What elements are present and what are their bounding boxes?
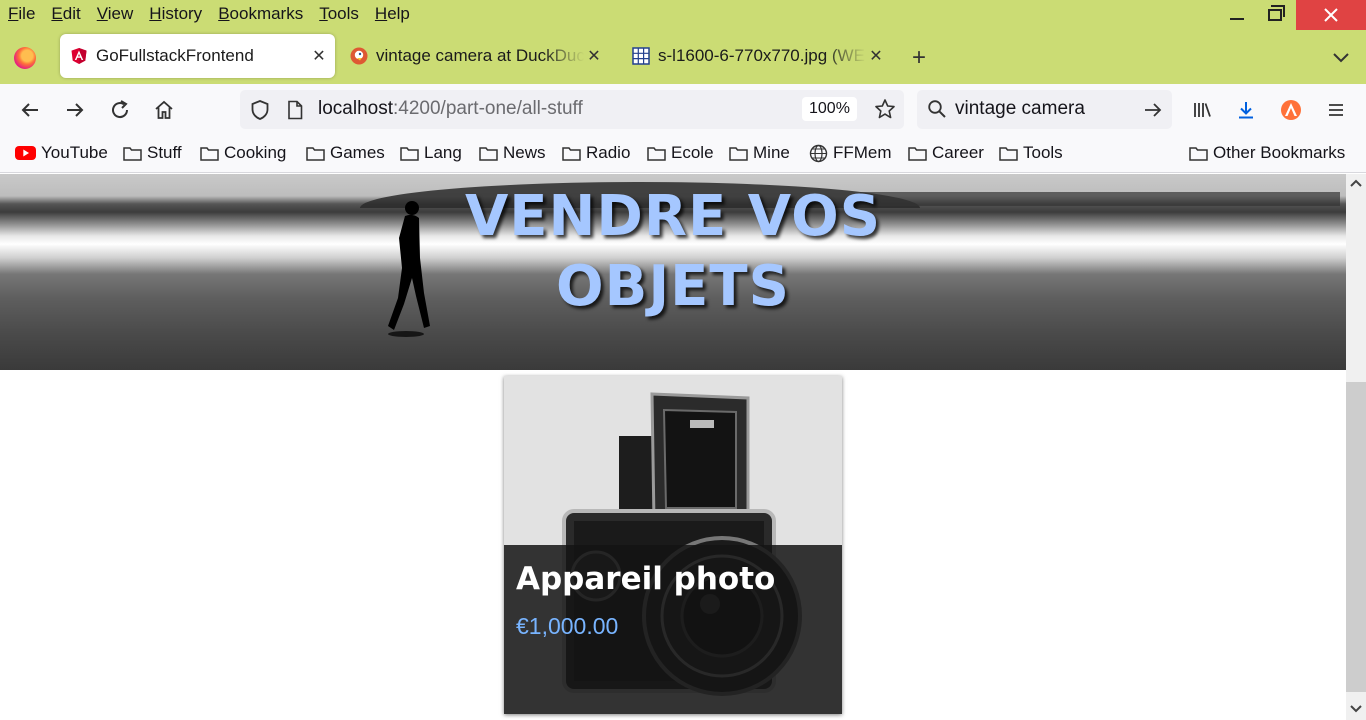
reload-button[interactable] — [106, 96, 134, 124]
navigation-toolbar: localhost:4200/part-one/all-stuff 100% v… — [0, 84, 1366, 136]
reload-icon — [112, 100, 129, 119]
bookmark-youtube[interactable]: YouTube — [15, 143, 108, 163]
account-button[interactable] — [1277, 96, 1305, 124]
back-button[interactable] — [16, 96, 44, 124]
globe-icon — [809, 144, 828, 162]
home-button[interactable] — [150, 96, 178, 124]
scrollbar-thumb[interactable] — [1346, 382, 1366, 692]
tab-close-icon[interactable]: ✕ — [309, 46, 329, 66]
new-tab-button[interactable]: + — [912, 44, 926, 72]
bookmark-folder-radio[interactable]: Radio — [562, 143, 630, 163]
zoom-level-button[interactable]: 100% — [802, 97, 857, 121]
folder-icon — [400, 147, 419, 161]
bookmark-folder-mine[interactable]: Mine — [729, 143, 790, 163]
folder-icon — [908, 147, 927, 161]
close-icon — [1324, 8, 1338, 22]
menu-history[interactable]: History — [149, 4, 202, 24]
minimize-icon — [1230, 18, 1244, 20]
duckduckgo-icon — [350, 47, 368, 65]
folder-icon — [306, 147, 325, 161]
menu-bookmarks[interactable]: Bookmarks — [218, 4, 303, 24]
tab-image[interactable]: s-l1600-6-770x770.jpg (WEBP Image, 770 ×… — [622, 34, 892, 78]
menu-tools[interactable]: Tools — [319, 4, 359, 24]
tab-title: GoFullstackFrontend — [96, 46, 254, 65]
hamburger-menu-icon — [1329, 104, 1343, 116]
tracking-shield-icon[interactable] — [250, 99, 270, 121]
restore-icon — [1268, 5, 1285, 21]
tab-title: vintage camera at DuckDuckGo — [376, 46, 584, 65]
menu-bar: File Edit View History Bookmarks Tools H… — [0, 0, 1366, 30]
folder-icon — [200, 147, 219, 161]
product-caption: Appareil photo €1,000.00 — [504, 545, 842, 714]
youtube-icon — [15, 146, 36, 160]
home-icon — [155, 100, 173, 119]
bookmark-folder-tools[interactable]: Tools — [999, 143, 1063, 163]
url-text[interactable]: localhost:4200/part-one/all-stuff — [318, 98, 583, 120]
bookmark-folder-ecole[interactable]: Ecole — [647, 143, 714, 163]
account-avatar-icon — [1281, 100, 1301, 120]
forward-button[interactable] — [61, 96, 89, 124]
tab-title: s-l1600-6-770x770.jpg (WEBP Image, 770 ×… — [658, 46, 866, 65]
library-button[interactable] — [1188, 96, 1216, 124]
downloads-button[interactable] — [1232, 96, 1260, 124]
product-title: Appareil photo — [516, 561, 776, 597]
bookmark-ffmem[interactable]: FFMem — [809, 143, 892, 163]
page-content: VENDRE VOS OBJETS Appareil photo €1,000.… — [0, 174, 1346, 720]
bookmark-folder-lang[interactable]: Lang — [400, 143, 462, 163]
folder-icon — [999, 147, 1018, 161]
tab-close-icon[interactable]: ✕ — [584, 46, 604, 66]
menu-file[interactable]: File — [8, 4, 35, 24]
folder-icon — [123, 147, 142, 161]
bookmarks-toolbar: YouTube Stuff Cooking Games Lang News Ra… — [0, 136, 1366, 173]
search-bar[interactable]: vintage camera — [917, 90, 1172, 129]
angular-icon — [71, 48, 87, 64]
firefox-view-icon[interactable] — [14, 47, 36, 69]
menu-help[interactable]: Help — [375, 4, 410, 24]
maximize-button[interactable] — [1252, 0, 1298, 30]
search-icon — [928, 100, 946, 118]
page-info-icon[interactable] — [286, 100, 304, 120]
product-price: €1,000.00 — [516, 613, 619, 639]
tab-gofullstack[interactable]: GoFullstackFrontend ✕ — [60, 34, 335, 78]
image-icon — [632, 47, 650, 65]
vertical-scrollbar[interactable] — [1346, 174, 1366, 720]
download-icon — [1239, 102, 1253, 119]
scroll-down-arrow-icon[interactable] — [1350, 704, 1362, 714]
folder-icon — [729, 147, 748, 161]
bookmark-folder-career[interactable]: Career — [908, 143, 984, 163]
folder-icon — [562, 147, 581, 161]
folder-icon — [1189, 147, 1208, 161]
bookmark-folder-cooking[interactable]: Cooking — [200, 143, 286, 163]
product-card[interactable]: Appareil photo €1,000.00 — [504, 376, 842, 714]
bookmark-folder-stuff[interactable]: Stuff — [123, 143, 182, 163]
close-window-button[interactable] — [1296, 0, 1366, 30]
menu-view[interactable]: View — [97, 4, 134, 24]
search-go-arrow-icon[interactable] — [1143, 100, 1163, 120]
library-icon — [1194, 103, 1211, 117]
tab-strip: GoFullstackFrontend ✕ vintage camera at … — [0, 30, 1366, 84]
list-all-tabs-icon[interactable] — [1330, 46, 1352, 68]
forward-arrow-icon — [67, 103, 84, 117]
menu-edit[interactable]: Edit — [51, 4, 80, 24]
header-banner: VENDRE VOS OBJETS — [0, 174, 1346, 370]
tab-duckduckgo[interactable]: vintage camera at DuckDuckGo ✕ — [340, 34, 610, 78]
tab-close-icon[interactable]: ✕ — [866, 46, 886, 66]
folder-icon — [647, 147, 666, 161]
folder-icon — [479, 147, 498, 161]
app-menu-button[interactable] — [1322, 96, 1350, 124]
bookmark-star-icon[interactable] — [874, 98, 896, 120]
back-arrow-icon — [21, 103, 38, 117]
other-bookmarks-folder[interactable]: Other Bookmarks — [1189, 143, 1345, 163]
banner-title: VENDRE VOS OBJETS — [464, 184, 882, 319]
search-input[interactable]: vintage camera — [955, 98, 1085, 120]
bookmark-folder-games[interactable]: Games — [306, 143, 385, 163]
scroll-up-arrow-icon[interactable] — [1350, 178, 1362, 188]
bookmark-folder-news[interactable]: News — [479, 143, 546, 163]
url-bar[interactable]: localhost:4200/part-one/all-stuff 100% — [240, 90, 904, 129]
